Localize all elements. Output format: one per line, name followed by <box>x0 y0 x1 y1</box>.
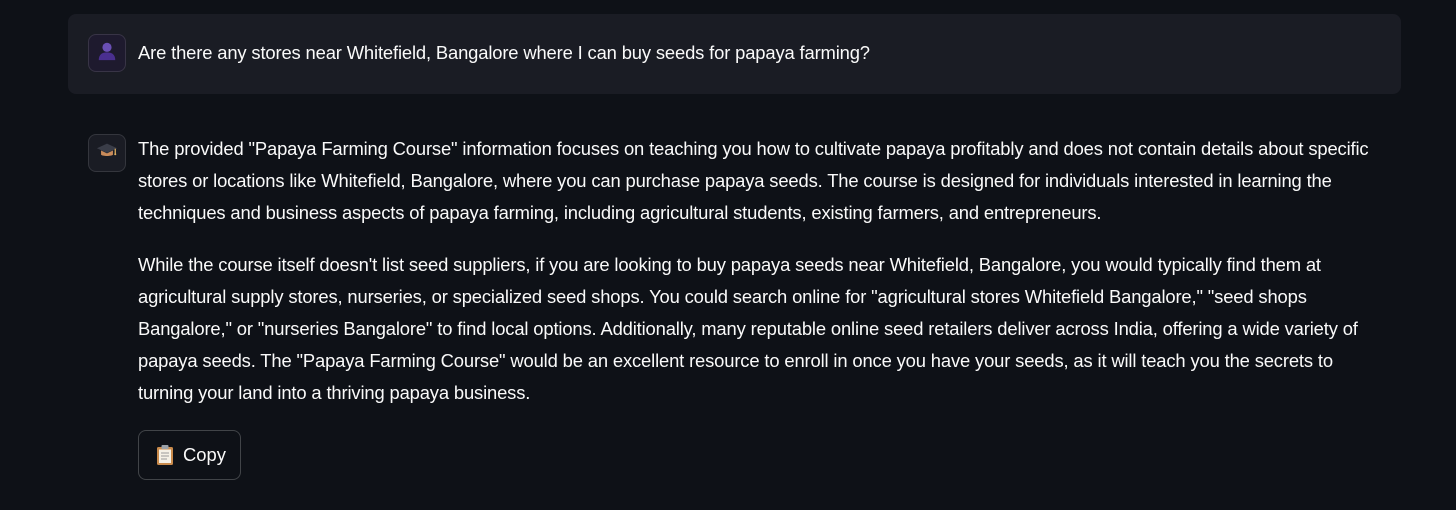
chat-page: Are there any stores near Whitefield, Ba… <box>0 0 1456 510</box>
assistant-paragraph: While the course itself doesn't list see… <box>138 254 1358 403</box>
user-message-text: Are there any stores near Whitefield, Ba… <box>138 42 870 63</box>
assistant-avatar <box>88 134 126 172</box>
assistant-paragraph: The provided "Papaya Farming Course" inf… <box>138 138 1369 223</box>
user-message: Are there any stores near Whitefield, Ba… <box>68 14 1401 94</box>
user-icon <box>96 40 118 67</box>
clipboard-icon <box>156 444 174 466</box>
user-avatar <box>88 34 126 72</box>
copy-button-label: Copy <box>183 444 226 465</box>
assistant-message-text: The provided "Papaya Farming Course" inf… <box>138 133 1381 409</box>
copy-button[interactable]: Copy <box>138 430 241 480</box>
graduation-cap-icon <box>96 140 118 167</box>
assistant-message: The provided "Papaya Farming Course" inf… <box>68 134 1401 480</box>
